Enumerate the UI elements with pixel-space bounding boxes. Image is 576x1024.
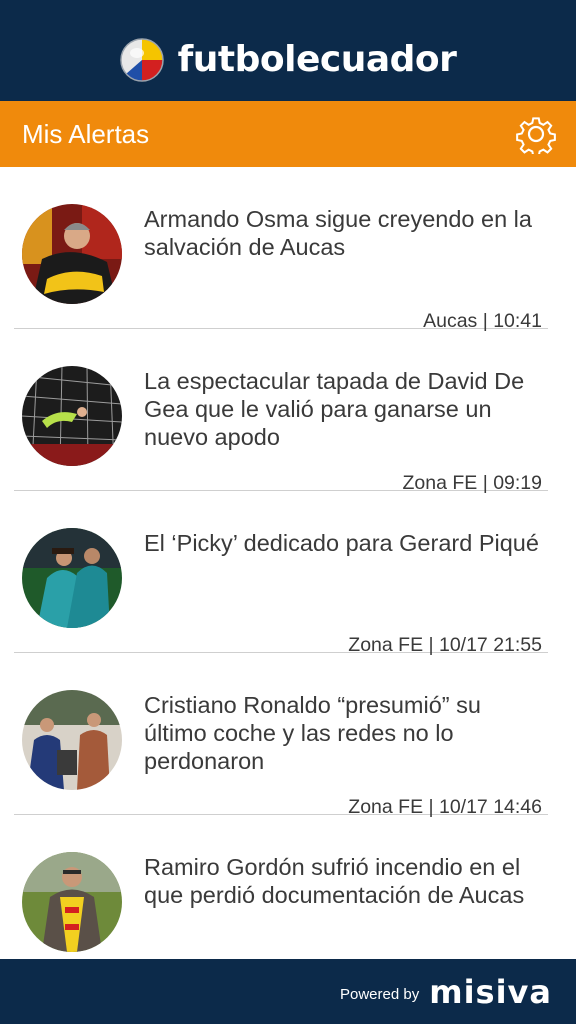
app-header: futbolecuador <box>0 0 576 101</box>
article-thumbnail <box>22 366 122 466</box>
app-footer: Powered by misiva <box>0 959 576 1024</box>
gear-icon[interactable] <box>516 114 556 154</box>
alert-headline: Ramiro Gordón sufrió incendio en el que … <box>144 854 525 908</box>
page-title: Mis Alertas <box>22 118 150 149</box>
alerts-list: Armando Osma sigue creyendo en la salvac… <box>0 167 576 959</box>
alerts-titlebar: Mis Alertas <box>0 101 576 167</box>
alert-headline: El ‘Picky’ dedicado para Gerard Piqué <box>144 530 539 556</box>
list-item[interactable]: La espectacular tapada de David De Gea q… <box>14 329 548 494</box>
list-item[interactable]: Cristiano Ronaldo “presumió” su último c… <box>14 653 548 818</box>
list-item[interactable]: Ramiro Gordón sufrió incendio en el que … <box>14 815 548 959</box>
misiva-logo: misiva <box>429 972 552 1011</box>
article-thumbnail <box>22 852 122 952</box>
list-item[interactable]: Armando Osma sigue creyendo en la salvac… <box>14 167 548 332</box>
brand-logo: futbolecuador <box>119 37 457 82</box>
soccer-ball-logo-icon <box>119 37 164 82</box>
list-item[interactable]: El ‘Picky’ dedicado para Gerard Piqué Zo… <box>14 491 548 656</box>
article-thumbnail <box>22 528 122 628</box>
alert-headline: Armando Osma sigue creyendo en la salvac… <box>144 206 532 260</box>
alert-headline: La espectacular tapada de David De Gea q… <box>144 368 525 450</box>
article-thumbnail <box>22 204 122 304</box>
alert-headline: Cristiano Ronaldo “presumió” su último c… <box>144 692 481 774</box>
article-thumbnail <box>22 690 122 790</box>
brand-name: futbolecuador <box>177 39 457 80</box>
powered-by-label: Powered by <box>340 986 420 1003</box>
